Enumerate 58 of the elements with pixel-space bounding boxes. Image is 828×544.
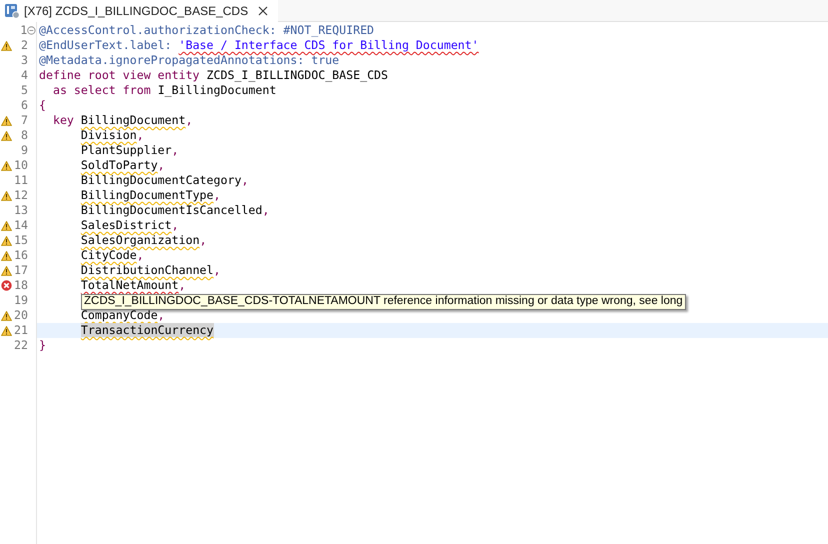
code-line: SoldToParty, [80, 158, 165, 173]
code-line: BillingDocumentType, [80, 188, 220, 203]
code-line: } [39, 338, 46, 353]
warning-icon [1, 190, 12, 200]
line-number: 14 [13, 218, 28, 233]
code-line: Division, [80, 128, 144, 143]
line-number: 9 [20, 143, 28, 158]
code-line: { [39, 98, 46, 113]
code-line: key BillingDocument, [52, 113, 193, 128]
line-number: 11 [13, 173, 28, 188]
line-number: 16 [13, 248, 28, 263]
line-number: 13 [13, 203, 28, 218]
line-number: 20 [13, 308, 28, 323]
line-number: 17 [13, 263, 28, 278]
line-number: 4 [20, 68, 28, 83]
tooltip: ZCDS_I_BILLINGDOC_BASE_CDS-TOTALNETAMOUNT reference information missing or data type wrong, see long [81, 294, 686, 310]
line-number: 8 [20, 128, 28, 143]
fold-icon[interactable] [27, 26, 36, 35]
code-line: @AccessControl.authorizationCheck: #NOT_REQUIRED [39, 23, 374, 38]
warning-icon [1, 310, 12, 320]
line-number: 10 [13, 158, 28, 173]
warning-icon [1, 116, 12, 126]
line-number: 15 [13, 233, 28, 248]
line-number: 1 [19, 23, 28, 38]
code-line: SalesDistrict, [80, 218, 179, 233]
close-icon[interactable] [256, 4, 270, 18]
line-number: 18 [13, 278, 28, 293]
warning-icon [1, 326, 12, 336]
code-line: CityCode, [80, 248, 144, 263]
code-line: define root view entity ZCDS_I_BILLINGDOC_BASE_CDS [39, 68, 388, 83]
warning-icon [1, 160, 12, 170]
warning-icon [1, 40, 12, 50]
code-line: BillingDocumentIsCancelled, [80, 203, 270, 218]
warning-icon [1, 266, 12, 276]
code-line: PlantSupplier, [80, 143, 179, 158]
line-number: 22 [13, 338, 28, 353]
line-number: 12 [13, 188, 28, 203]
code-line: SalesOrganization, [80, 233, 207, 248]
warning-icon [1, 220, 12, 230]
line-number: 5 [20, 83, 28, 98]
document-icon [4, 3, 20, 19]
code-line: @EndUserText.label: 'Base / Interface CDS for Billing Document' [39, 38, 479, 53]
warning-icon [1, 130, 12, 140]
line-number: 21 [13, 323, 28, 338]
code-line: BillingDocumentCategory, [80, 173, 248, 188]
code-line: DistributionChannel, [80, 263, 220, 278]
warning-icon [1, 250, 12, 260]
code-line: CompanyCode, [80, 308, 165, 323]
code-line: TotalNetAmount, [80, 278, 186, 293]
warning-icon [1, 236, 12, 246]
line-number: 7 [20, 113, 28, 128]
line-number: 6 [20, 98, 28, 113]
editor-tab[interactable]: [X76] ZCDS_I_BILLINGDOC_BASE_CDS [0, 0, 278, 22]
line-number: 2 [20, 38, 28, 53]
line-number: 3 [20, 53, 28, 68]
code-line: @Metadata.ignorePropagatedAnnotations: true [39, 53, 340, 68]
line-number: 19 [13, 293, 28, 308]
code-line: as select from I_BillingDocument [52, 83, 276, 98]
